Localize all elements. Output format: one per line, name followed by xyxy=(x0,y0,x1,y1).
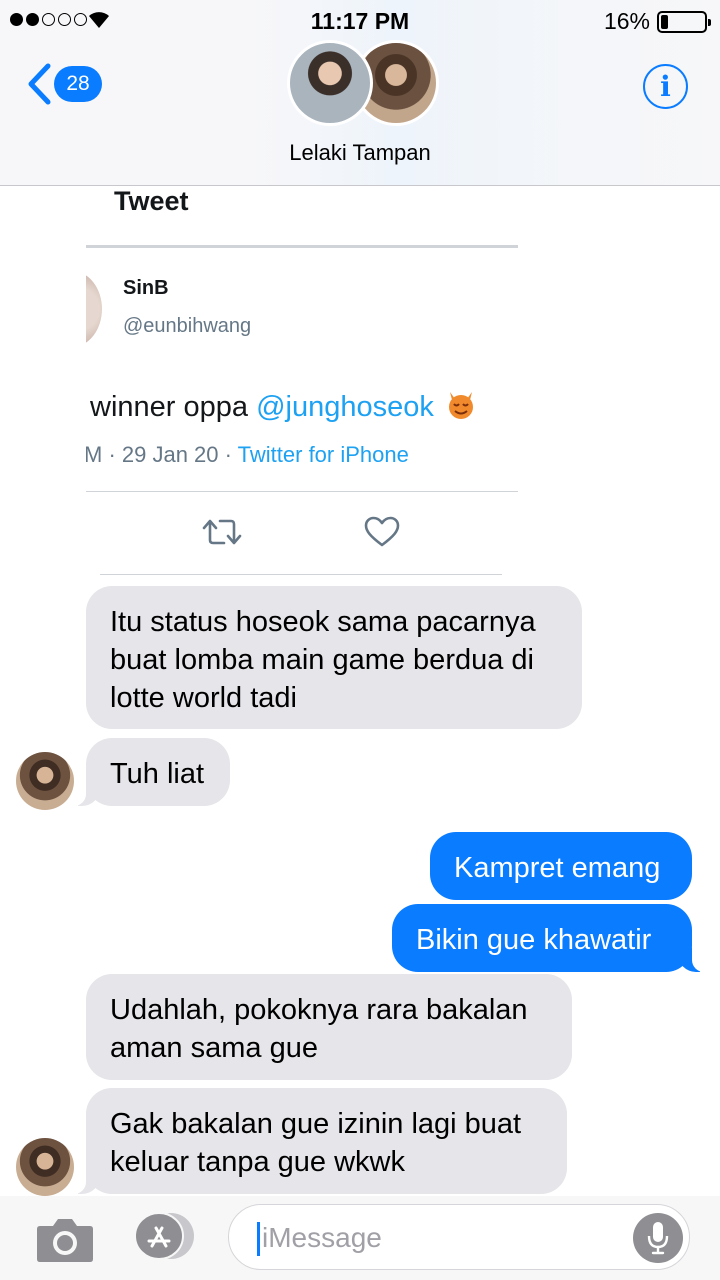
tweet-heading: Tweet xyxy=(114,186,189,216)
microphone-button[interactable] xyxy=(633,1213,683,1263)
battery-percentage: 16% xyxy=(603,8,650,34)
tweet-source: Twitter for iPhone xyxy=(237,442,409,467)
message-text: Kampret emang xyxy=(454,852,661,884)
outgoing-message[interactable]: Bikin gue khawatir xyxy=(392,904,708,972)
tweet-author-avatar xyxy=(86,271,102,347)
outgoing-message[interactable]: Kampret emang xyxy=(430,832,692,900)
divider xyxy=(86,491,518,492)
app-store-icon xyxy=(134,1212,194,1260)
incoming-message[interactable]: Tuh liat xyxy=(70,738,230,806)
tweet-mention: @junghoseok xyxy=(256,391,434,423)
avatar[interactable] xyxy=(16,1138,74,1196)
conversation-header: 11:17 PM 16% 28 Lelaki Tampan i xyxy=(0,0,720,186)
tweet-author-name: SinB xyxy=(123,277,169,299)
message-text: Tuh liat xyxy=(110,758,205,790)
tweet-text-content: winner oppa xyxy=(90,391,257,423)
back-button[interactable]: 28 xyxy=(26,62,102,106)
message-text: Udahlah, pokoknya rara bakalan aman sama… xyxy=(110,994,528,1064)
message-text: Itu status hoseok sama pacarnya buat lom… xyxy=(110,606,536,714)
avatar xyxy=(287,40,373,126)
avatar[interactable] xyxy=(16,752,74,810)
unread-count-badge: 28 xyxy=(54,66,102,102)
retweet-icon xyxy=(202,519,242,545)
message-text: Bikin gue khawatir xyxy=(416,924,652,956)
tweet-screenshot-image[interactable]: Tweet SinB @eunbihwang winner oppa @jung… xyxy=(86,186,520,576)
microphone-icon xyxy=(647,1222,669,1255)
incoming-message[interactable]: Gak bakalan gue izinin lagi buat keluar … xyxy=(70,1088,567,1194)
status-bar: 11:17 PM 16% xyxy=(0,0,720,44)
app-store-button[interactable] xyxy=(130,1212,194,1260)
chevron-left-icon xyxy=(28,63,51,105)
tweet-author-handle: @eunbihwang xyxy=(123,315,252,337)
tweet-meta: M · 29 Jan 20 · Twitter for iPhone xyxy=(86,442,409,468)
divider xyxy=(100,574,502,575)
divider xyxy=(86,245,518,248)
incoming-message[interactable]: Udahlah, pokoknya rara bakalan aman sama… xyxy=(86,974,572,1080)
incoming-message[interactable]: Itu status hoseok sama pacarnya buat lom… xyxy=(86,586,582,729)
heart-icon xyxy=(364,516,400,547)
tweet-text: winner oppa @junghoseok xyxy=(90,386,476,424)
message-placeholder: iMessage xyxy=(262,1222,382,1253)
message-text: Gak bakalan gue izinin lagi buat keluar … xyxy=(110,1108,522,1178)
message-input-bar: iMessage xyxy=(0,1196,720,1280)
devil-emoji-icon xyxy=(448,392,473,419)
info-button[interactable]: i xyxy=(643,64,688,109)
battery-icon xyxy=(657,11,711,33)
info-icon: i xyxy=(660,70,671,103)
tweet-timestamp: M · 29 Jan 20 · xyxy=(86,442,238,467)
contact-name[interactable]: Lelaki Tampan xyxy=(0,140,720,166)
text-cursor xyxy=(257,1222,260,1256)
group-avatars[interactable] xyxy=(287,40,439,126)
message-input[interactable]: iMessage xyxy=(228,1204,690,1270)
camera-icon[interactable] xyxy=(36,1216,94,1262)
